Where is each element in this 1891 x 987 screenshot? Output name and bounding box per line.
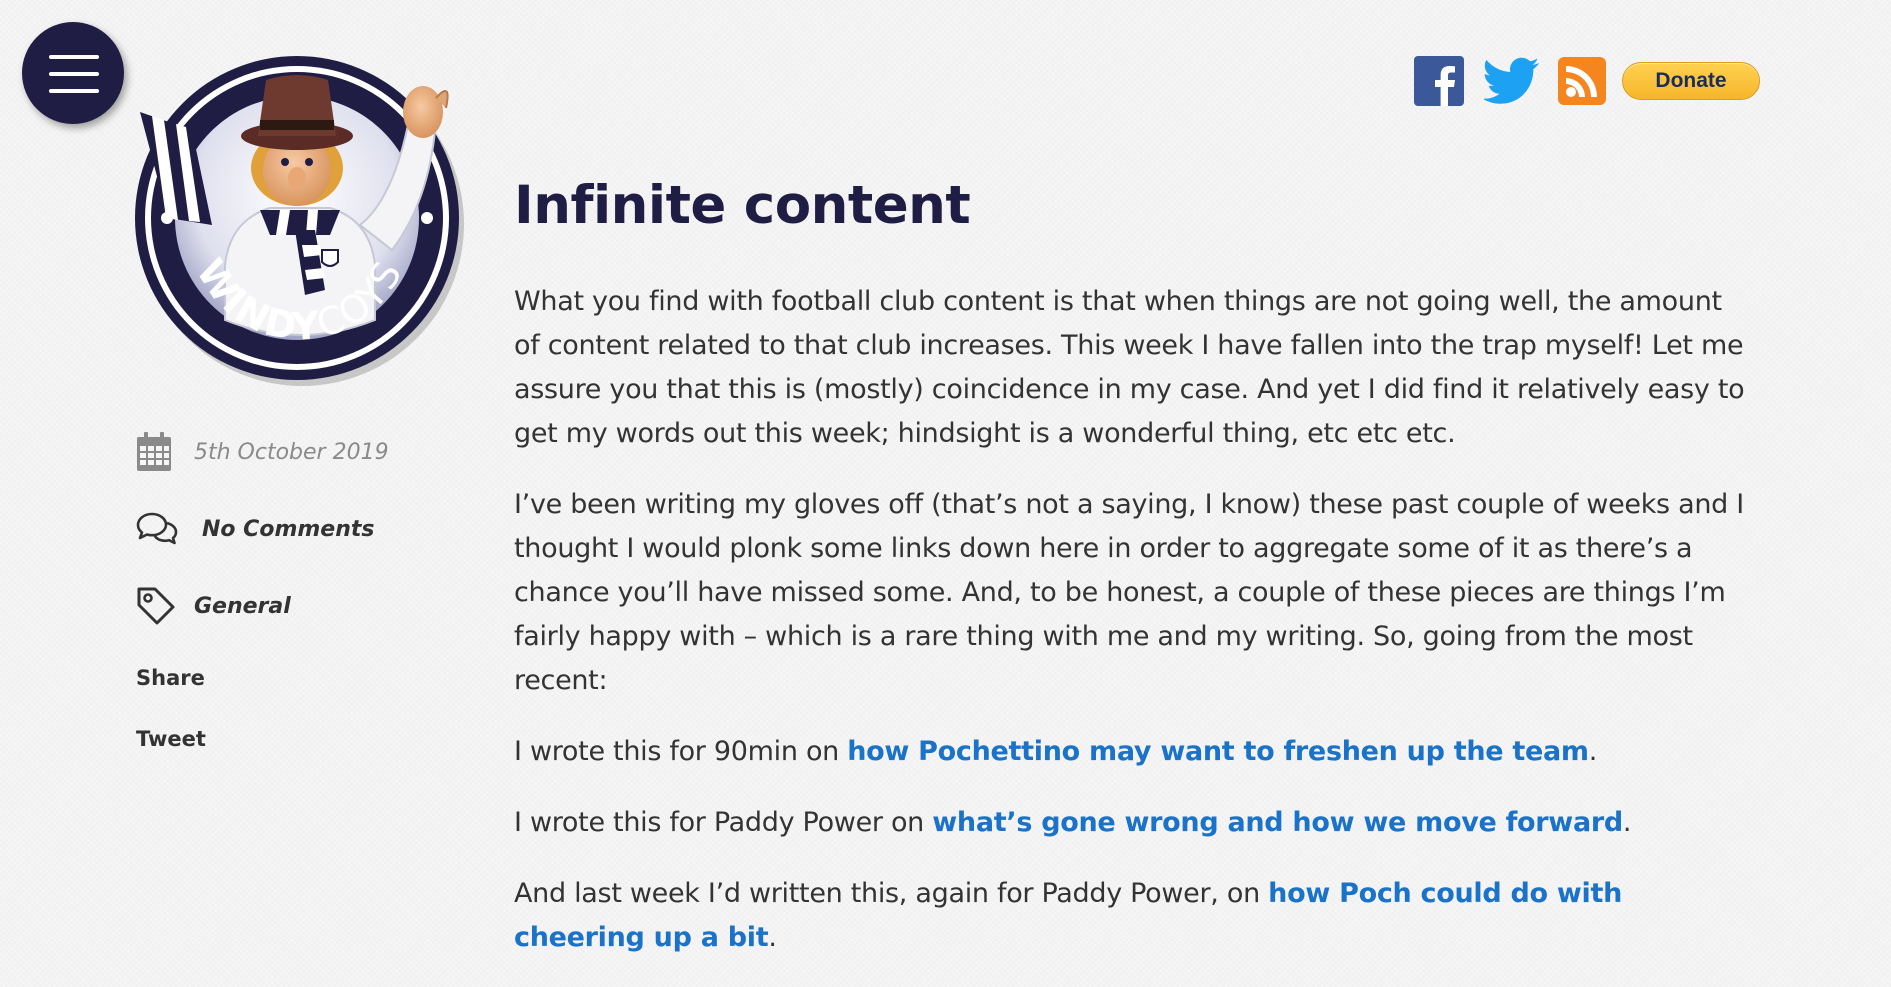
- post-date-label: 5th October 2019: [194, 439, 389, 465]
- tag-icon: [137, 587, 175, 625]
- category-link[interactable]: General: [136, 586, 291, 626]
- post-title: Infinite content: [514, 175, 971, 236]
- donate-button[interactable]: Donate: [1622, 62, 1760, 100]
- share-link[interactable]: Share: [136, 666, 205, 690]
- twitter-icon[interactable]: [1484, 57, 1540, 105]
- paragraph-last-week: And last week I’d written this, again fo…: [514, 872, 1754, 960]
- comments-icon: [136, 512, 178, 545]
- tweet-link[interactable]: Tweet: [136, 727, 206, 751]
- rss-icon[interactable]: [1558, 57, 1606, 105]
- paragraph-end: .: [1622, 807, 1632, 838]
- hamburger-icon-bar: [49, 89, 99, 93]
- paragraph-text: I wrote this for 90min on: [514, 736, 848, 767]
- site-logo[interactable]: WINDYCOYS: [130, 50, 470, 390]
- paragraph-paddy-power: I wrote this for Paddy Power on what’s g…: [514, 801, 1754, 845]
- menu-button[interactable]: [22, 22, 124, 124]
- article: Infinite content What you find with foot…: [514, 170, 1754, 987]
- paragraph-text: I wrote this for Paddy Power on: [514, 807, 933, 838]
- hamburger-icon-bar: [49, 72, 99, 76]
- facebook-icon[interactable]: [1414, 56, 1464, 106]
- paragraph-90min: I wrote this for 90min on how Pochettino…: [514, 730, 1754, 774]
- link-whats-gone-wrong[interactable]: what’s gone wrong and how we move forwar…: [932, 807, 1623, 838]
- social-links: Donate: [1414, 56, 1760, 106]
- category-label[interactable]: General: [194, 594, 291, 619]
- comments-label[interactable]: No Comments: [202, 517, 375, 542]
- comments-link[interactable]: No Comments: [136, 512, 375, 546]
- paragraph-end: .: [768, 922, 777, 953]
- post-date: 5th October 2019: [136, 432, 389, 472]
- paragraph-text: And last week I’d written this, again fo…: [514, 878, 1269, 909]
- paragraph-end: .: [1588, 736, 1598, 767]
- paragraph-gloves: I’ve been writing my gloves off (that’s …: [514, 489, 1744, 696]
- calendar-icon: [137, 432, 171, 471]
- paragraph-intro: What you find with football club content…: [514, 286, 1745, 449]
- hamburger-icon: [49, 55, 99, 59]
- link-freshen-up-team[interactable]: how Pochettino may want to freshen up th…: [847, 736, 1589, 767]
